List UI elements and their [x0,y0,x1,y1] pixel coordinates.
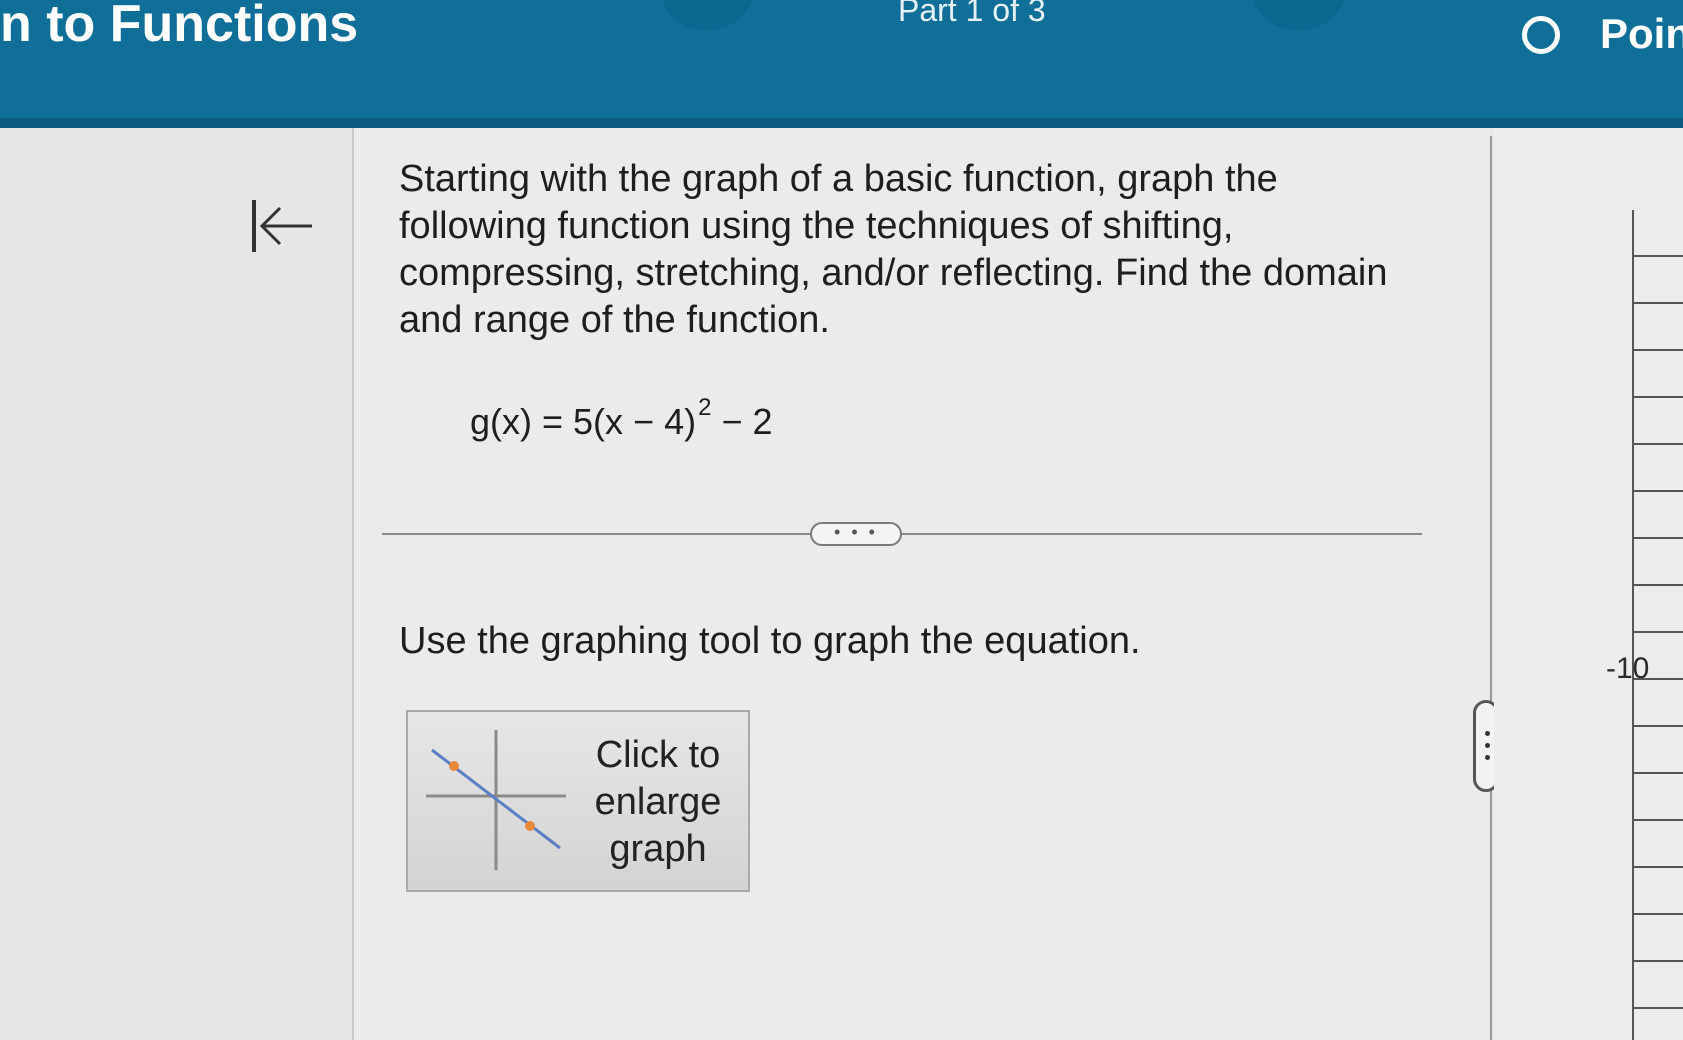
points-label: Poin [1600,10,1683,57]
expand-more-button[interactable]: • • • [810,522,902,546]
collapse-panel-button[interactable] [240,192,320,262]
enlarge-graph-button[interactable]: Click to enlarge graph [406,710,750,892]
header-bar: n to Functions Part 1 of 3 Poin [0,0,1683,128]
graph-thumbnail-icon [426,730,566,870]
function-equation: g(x) = 5(x − 4)2 − 2 [470,394,773,443]
graph-instruction: Use the graphing tool to graph the equat… [399,620,1141,662]
header-decoration [662,0,752,30]
section-divider [382,533,1422,535]
collapse-left-icon [252,200,312,252]
header-decoration [1254,0,1344,30]
header-shadow [0,118,1683,128]
panel-splitter[interactable] [1490,136,1492,1040]
equation-base: g(x) = 5(x − 4) [470,401,697,442]
part-indicator: Part 1 of 3 [898,0,1046,28]
course-title: n to Functions [0,0,359,53]
equation-exponent: 2 [698,394,712,421]
left-rail [0,128,354,1040]
axis-tick-label: -10 [1606,652,1650,685]
points-radio-icon[interactable] [1522,16,1560,54]
enlarge-graph-label: Click to enlarge graph [594,734,722,870]
question-prompt: Starting with the graph of a basic funct… [399,158,1388,341]
graph-grid[interactable] [1632,210,1683,1040]
equation-constant: − 2 [711,401,773,442]
